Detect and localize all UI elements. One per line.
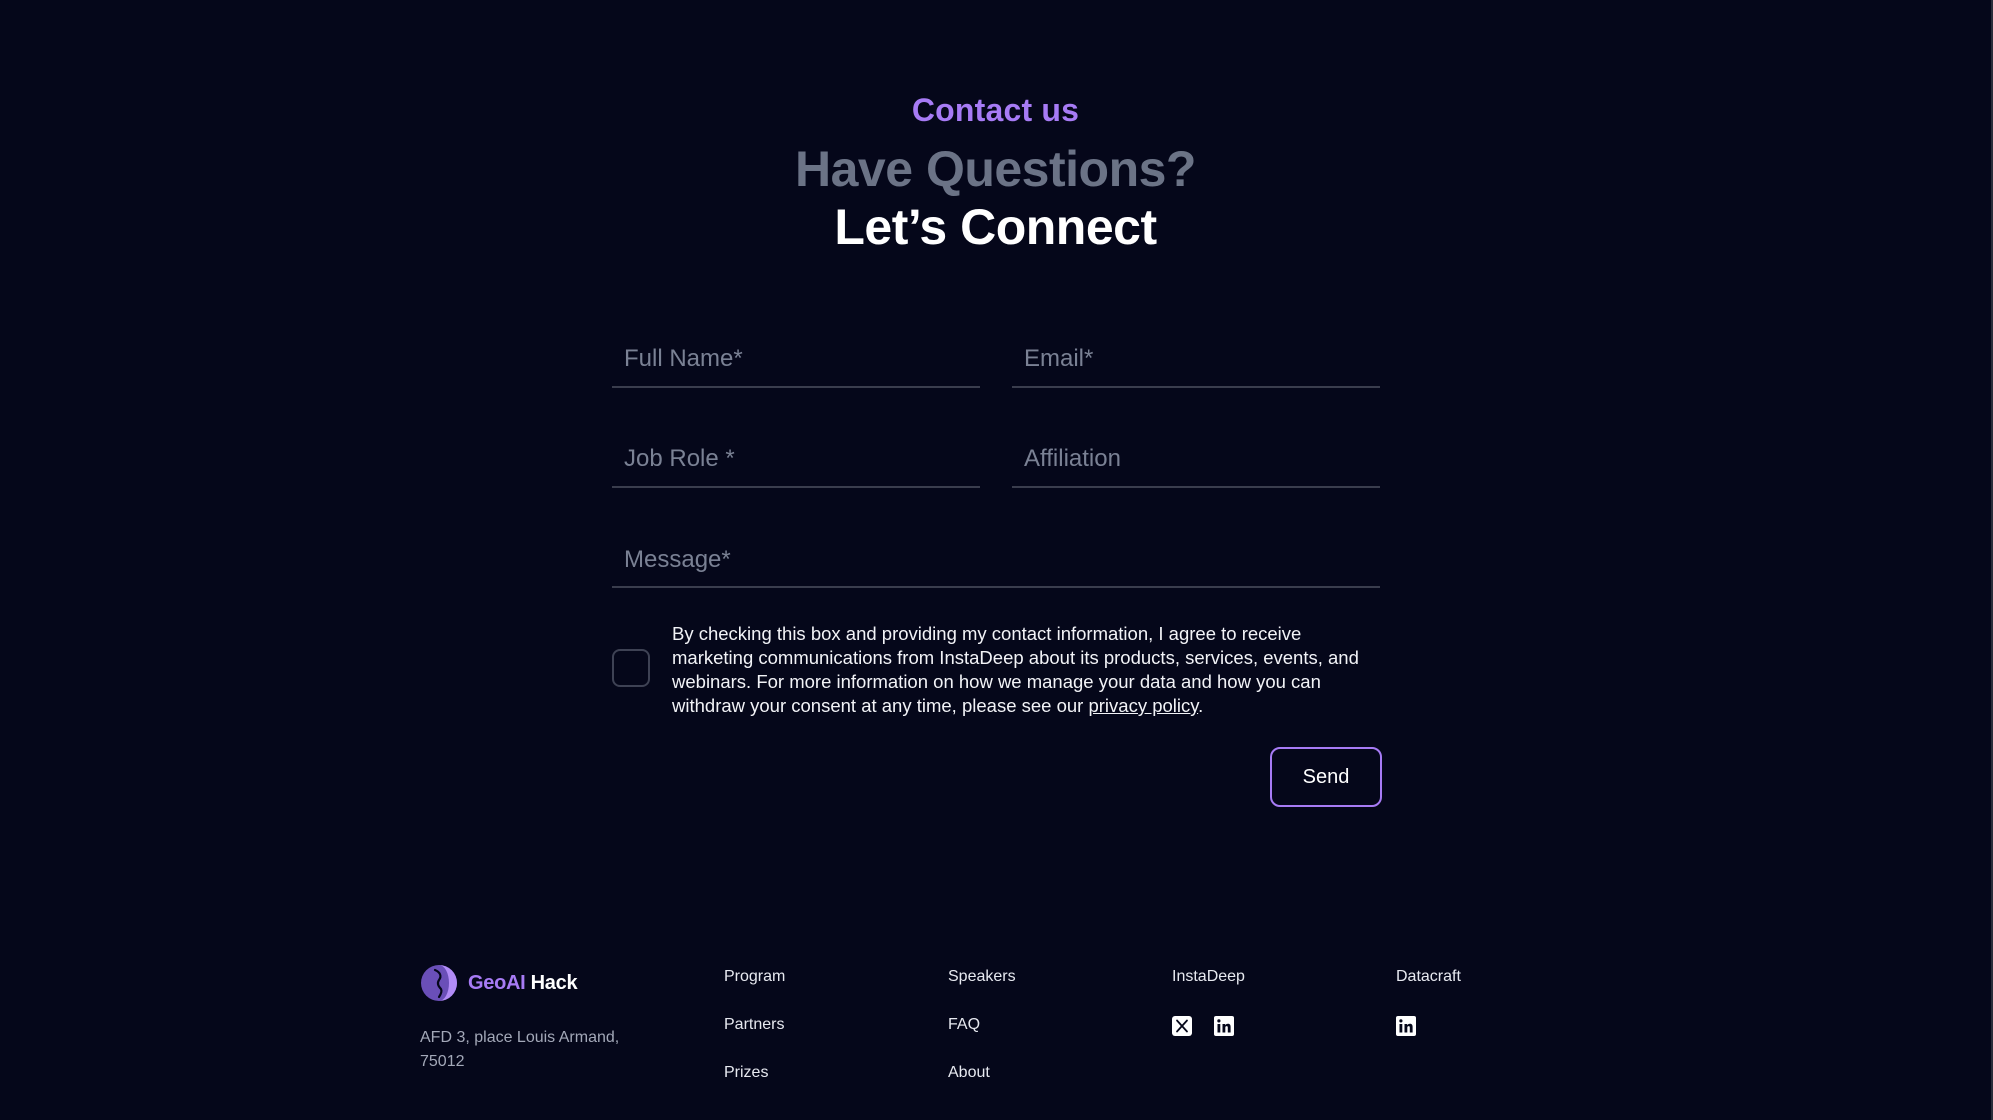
footer-link-faq[interactable]: FAQ — [948, 1014, 1016, 1062]
footer-link-datacraft[interactable]: Datacraft — [1396, 966, 1461, 1014]
brand-name: GeoAI Hack — [468, 971, 578, 995]
footer-column-datacraft: Datacraft — [1396, 966, 1461, 1036]
geoai-logo-icon — [421, 965, 457, 1001]
email-field[interactable] — [1012, 332, 1380, 386]
footer-column-nav-2: Speakers FAQ About — [948, 966, 1016, 1110]
page-title-line-1: Have Questions? — [795, 141, 1196, 197]
consent-text: By checking this box and providing my co… — [672, 622, 1384, 718]
footer-column-instadeep: InstaDeep — [1172, 966, 1245, 1036]
linkedin-icon[interactable] — [1214, 1016, 1234, 1036]
affiliation-field[interactable] — [1012, 432, 1380, 486]
footer-link-prizes[interactable]: Prizes — [724, 1062, 785, 1110]
section-eyebrow: Contact us — [911, 92, 1080, 128]
message-field-wrapper — [612, 532, 1380, 588]
privacy-policy-link[interactable]: privacy policy — [1088, 695, 1198, 716]
consent-text-end: . — [1198, 695, 1204, 716]
footer-link-instadeep[interactable]: InstaDeep — [1172, 966, 1245, 1014]
job-role-field-wrapper — [612, 432, 980, 488]
footer-link-speakers[interactable]: Speakers — [948, 966, 1016, 1014]
full-name-field[interactable] — [612, 332, 980, 386]
full-name-field-wrapper — [612, 332, 980, 388]
instadeep-social-row — [1172, 1016, 1245, 1036]
footer-link-partners[interactable]: Partners — [724, 1014, 785, 1062]
footer-link-program[interactable]: Program — [724, 966, 785, 1014]
message-field[interactable] — [612, 532, 1380, 586]
page-title-line-2: Let’s Connect — [834, 199, 1157, 255]
brand-name-rest: Hack — [525, 971, 578, 994]
footer-address: AFD 3, place Louis Armand, 75012 — [420, 1029, 620, 1070]
footer-link-about[interactable]: About — [948, 1062, 1016, 1110]
brand-logo-link[interactable]: GeoAI Hack — [420, 964, 578, 1002]
send-button[interactable]: Send — [1270, 747, 1382, 807]
affiliation-field-wrapper — [1012, 432, 1380, 488]
consent-checkbox[interactable] — [612, 649, 650, 687]
brand-name-accent: GeoAI — [468, 971, 526, 994]
email-field-wrapper — [1012, 332, 1380, 388]
contact-page: Contact us Have Questions? Let’s Connect… — [0, 0, 1993, 1120]
job-role-field[interactable] — [612, 432, 980, 486]
consent-text-body: By checking this box and providing my co… — [672, 623, 1359, 716]
x-twitter-icon[interactable] — [1172, 1016, 1192, 1036]
linkedin-icon[interactable] — [1396, 1016, 1416, 1036]
datacraft-social-row — [1396, 1016, 1461, 1036]
footer-column-nav-1: Program Partners Prizes — [724, 966, 785, 1110]
